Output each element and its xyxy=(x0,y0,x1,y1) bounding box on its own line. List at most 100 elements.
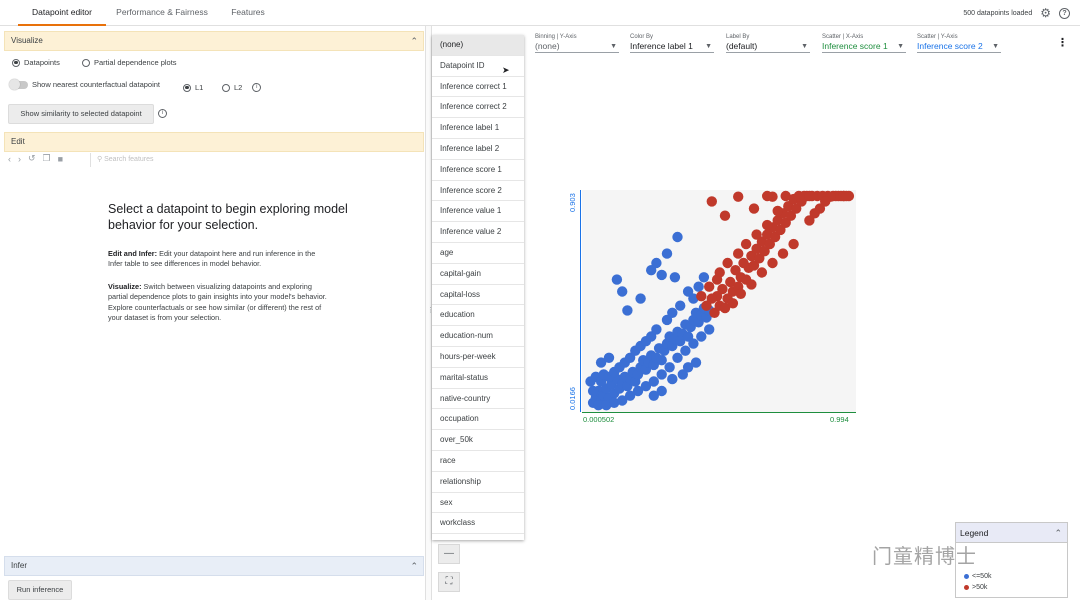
scatter-point-gt50k[interactable] xyxy=(788,238,799,250)
dropdown-option[interactable]: Inference label 1 xyxy=(432,118,524,139)
dropdown-option[interactable]: Inference correct 2 xyxy=(432,97,524,119)
info-icon[interactable]: i xyxy=(252,83,262,92)
visualize-header[interactable]: Visualize ⌃ xyxy=(4,31,424,51)
scatter-point-gt50k[interactable] xyxy=(751,229,762,240)
search-features-input[interactable]: ⚲ Search features xyxy=(90,153,290,167)
radio-pdp[interactable] xyxy=(82,58,90,67)
scatter-point-le50k[interactable] xyxy=(688,338,699,349)
dropdown-option[interactable]: native-country xyxy=(432,389,524,410)
scatter-point-le50k[interactable] xyxy=(667,307,678,318)
scatter-point-gt50k[interactable] xyxy=(706,293,717,304)
scatter-point-gt50k[interactable] xyxy=(762,190,773,202)
color-by-select[interactable]: Color By Inference label 1 ▼ xyxy=(630,34,714,53)
more-options-icon[interactable]: ⋮ xyxy=(1057,36,1068,49)
infer-header[interactable]: Infer ⌃ xyxy=(4,556,424,576)
scatter-point-le50k[interactable] xyxy=(677,369,688,380)
scatter-point-le50k[interactable] xyxy=(698,272,710,283)
scatter-point-gt50k[interactable] xyxy=(756,267,768,278)
color-by-value[interactable]: Inference label 1 ▼ xyxy=(630,40,714,53)
binning-y-value[interactable]: (none) ▼ xyxy=(535,40,619,53)
scatter-point-le50k[interactable] xyxy=(669,272,681,283)
datapoints-radio-row[interactable]: Datapoints xyxy=(12,58,60,67)
zoom-out-button[interactable]: — xyxy=(438,544,460,564)
delete-icon[interactable]: ■ xyxy=(58,154,63,164)
scatter-point-le50k[interactable] xyxy=(696,331,707,342)
scatter-point-gt50k[interactable] xyxy=(762,219,773,231)
show-similarity-button[interactable]: Show similarity to selected datapoint xyxy=(8,104,154,124)
dropdown-option[interactable]: Inference score 1 xyxy=(432,160,524,181)
scatter-point-gt50k[interactable] xyxy=(740,238,752,250)
forward-icon[interactable]: › xyxy=(18,154,21,164)
dropdown-option[interactable]: education-num xyxy=(432,326,524,347)
dropdown-option[interactable]: capital-loss xyxy=(432,285,524,306)
scatter-point-le50k[interactable] xyxy=(656,269,667,281)
edit-header[interactable]: Edit xyxy=(4,132,424,152)
tab-datapoint-editor[interactable]: Datapoint editor xyxy=(18,0,106,26)
scatter-point-le50k[interactable] xyxy=(693,281,704,292)
scatter-point-gt50k[interactable] xyxy=(696,291,707,302)
scatter-point-le50k[interactable] xyxy=(672,231,683,243)
axis-field-dropdown[interactable]: (none) Datapoint ID Inference correct 1 Inf… xyxy=(432,35,524,540)
dropdown-option[interactable]: education xyxy=(432,305,524,327)
scatter-point-le50k[interactable] xyxy=(672,352,683,363)
scatter-point-le50k[interactable] xyxy=(635,293,646,304)
scatter-point-le50k[interactable] xyxy=(587,385,599,397)
dropdown-option[interactable]: hours-per-week xyxy=(432,347,524,368)
scatter-point-gt50k[interactable] xyxy=(804,215,815,226)
scatter-point-le50k[interactable] xyxy=(611,274,623,285)
dropdown-option[interactable]: Inference label 2 xyxy=(432,139,524,160)
dropdown-option[interactable]: age xyxy=(432,243,524,264)
binning-y-select[interactable]: Binning | Y-Axis (none) ▼ xyxy=(535,34,619,53)
scatter-x-value[interactable]: Inference score 1 ▼ xyxy=(822,40,906,53)
radio-datapoints[interactable] xyxy=(12,58,20,67)
scatter-points[interactable] xyxy=(582,190,856,412)
scatter-point-gt50k[interactable] xyxy=(722,257,733,269)
scatter-point-gt50k[interactable] xyxy=(719,210,731,221)
dropdown-option[interactable]: capital-gain xyxy=(432,264,524,285)
chevron-up-icon[interactable]: ⌃ xyxy=(410,32,418,50)
dropdown-option[interactable]: sex xyxy=(432,493,524,514)
scatter-point-le50k[interactable] xyxy=(648,376,659,387)
label-by-select[interactable]: Label By (default) ▼ xyxy=(726,34,810,53)
scatter-point-le50k[interactable] xyxy=(617,286,628,297)
scatter-point-le50k[interactable] xyxy=(664,362,675,373)
gear-icon[interactable]: ⚙ xyxy=(1040,7,1051,19)
scatter-point-gt50k[interactable] xyxy=(704,281,715,292)
scatter-point-le50k[interactable] xyxy=(661,248,673,259)
dropdown-option[interactable]: relationship xyxy=(432,472,524,493)
scatter-point-gt50k[interactable] xyxy=(746,279,757,290)
copy-icon[interactable]: ❐ xyxy=(43,153,51,164)
scatter-point-gt50k[interactable] xyxy=(711,274,723,285)
chevron-up-icon[interactable]: ⌃ xyxy=(1054,523,1062,543)
dropdown-option[interactable]: workclass xyxy=(432,513,524,535)
fit-view-button[interactable]: ⛶ xyxy=(438,572,460,592)
dropdown-option[interactable]: race xyxy=(432,451,524,472)
scatter-point-gt50k[interactable] xyxy=(777,248,789,259)
scatter-point-le50k[interactable] xyxy=(648,390,659,401)
pdp-radio-row[interactable]: Partial dependence plots xyxy=(82,58,177,67)
dropdown-option[interactable]: (none) xyxy=(432,35,524,56)
help-icon[interactable]: ? xyxy=(1059,7,1070,19)
scatter-point-gt50k[interactable] xyxy=(727,298,739,309)
scatter-point-gt50k[interactable] xyxy=(841,190,852,202)
similarity-info-icon[interactable]: i xyxy=(158,109,167,118)
scatter-point-gt50k[interactable] xyxy=(733,191,744,202)
scatter-y-value[interactable]: Inference score 2 ▼ xyxy=(917,40,1001,53)
scatter-point-gt50k[interactable] xyxy=(780,190,791,202)
l2-radio-row[interactable]: L2 i xyxy=(222,83,262,92)
dropdown-option[interactable]: Inference score 2 xyxy=(432,181,524,202)
scatter-point-gt50k[interactable] xyxy=(717,283,728,295)
dropdown-option[interactable]: occupation xyxy=(432,409,524,431)
scatter-point-gt50k[interactable] xyxy=(730,265,741,276)
scatter-y-select[interactable]: Scatter | Y-Axis Inference score 2 ▼ xyxy=(917,34,1001,53)
scatter-point-le50k[interactable] xyxy=(682,286,694,297)
radio-l1[interactable] xyxy=(183,83,191,92)
scatter-point-gt50k[interactable] xyxy=(738,257,749,269)
chevron-up-icon[interactable]: ⌃ xyxy=(410,557,418,575)
history-icon[interactable]: ↺ xyxy=(28,153,36,164)
dropdown-option[interactable]: over_50k xyxy=(432,430,524,451)
scatter-point-gt50k[interactable] xyxy=(748,203,760,214)
scatter-point-le50k[interactable] xyxy=(656,369,667,380)
scatter-point-le50k[interactable] xyxy=(656,355,667,366)
scatter-point-le50k[interactable] xyxy=(667,373,678,385)
